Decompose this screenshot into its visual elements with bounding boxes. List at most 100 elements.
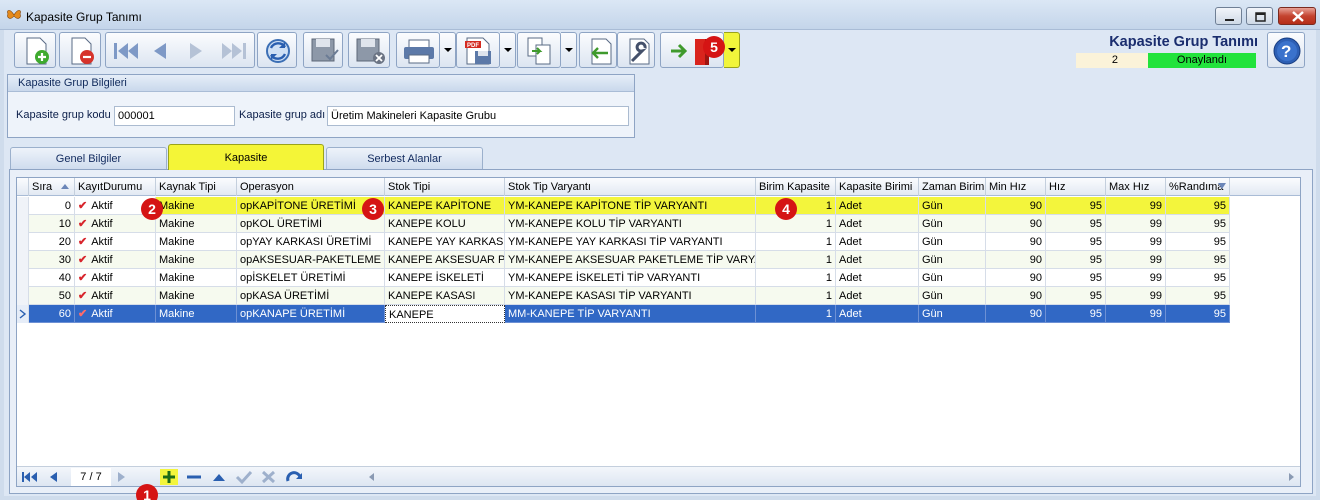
cell-hiz[interactable]: 95 — [1046, 251, 1106, 269]
table-row[interactable]: 0 ✔ Aktif Makine opKAPİTONE ÜRETİMİ KANEPE KA… — [17, 197, 1300, 215]
import-button[interactable] — [579, 32, 617, 68]
cell-min-hiz[interactable]: 90 — [986, 197, 1046, 215]
group-name-field[interactable]: Üretim Makineleri Kapasite Grubu — [327, 106, 629, 126]
cell-max-hiz[interactable]: 99 — [1106, 197, 1166, 215]
tab-capacity[interactable]: Kapasite — [168, 144, 324, 170]
cell-birim-kapasite[interactable]: 1 — [756, 269, 836, 287]
tab-free-fields[interactable]: Serbest Alanlar — [326, 147, 483, 169]
row-indicator[interactable] — [17, 197, 29, 215]
cell-zaman-birimi[interactable]: Gün — [919, 215, 986, 233]
cell-sira[interactable]: 40 — [29, 269, 75, 287]
previous-record-icon[interactable] — [45, 469, 63, 485]
previous-record-icon[interactable] — [142, 33, 178, 69]
cell-randiman[interactable]: 95 — [1166, 269, 1230, 287]
minimize-button[interactable] — [1215, 7, 1242, 25]
cell-operasyon[interactable]: opKANAPE ÜRETİMİ — [237, 305, 385, 323]
cell-kayit-durumu[interactable]: ✔ Aktif — [75, 305, 156, 323]
cell-kayit-durumu[interactable]: ✔ Aktif — [75, 233, 156, 251]
cell-min-hiz[interactable]: 90 — [986, 233, 1046, 251]
scroll-right-icon[interactable] — [1289, 473, 1294, 481]
cell-kapasite-birimi[interactable]: Adet — [836, 269, 919, 287]
cell-hiz[interactable]: 95 — [1046, 233, 1106, 251]
last-record-icon[interactable] — [214, 33, 254, 69]
delete-row-icon[interactable] — [185, 469, 203, 485]
table-row[interactable]: 60 ✔ Aktif Makine opKANAPE ÜRETİMİ KANEPE MM-K… — [17, 305, 1300, 323]
export-pdf-button[interactable]: PDF — [456, 32, 500, 68]
cell-birim-kapasite[interactable]: 1 — [756, 215, 836, 233]
table-row[interactable]: 30 ✔ Aktif Makine opAKSESUAR-PAKETLEME KANEPE… — [17, 251, 1300, 269]
cell-sira[interactable]: 0 — [29, 197, 75, 215]
cell-stok-tipi[interactable]: KANEPE KOLU — [385, 215, 505, 233]
cell-zaman-birimi[interactable]: Gün — [919, 287, 986, 305]
cell-zaman-birimi[interactable]: Gün — [919, 251, 986, 269]
cell-birim-kapasite[interactable]: 1 — [756, 305, 836, 323]
cell-birim-kapasite[interactable]: 1 — [756, 287, 836, 305]
table-row[interactable]: 10 ✔ Aktif Makine opKOL ÜRETİMİ KANEPE KOLU YM… — [17, 215, 1300, 233]
cell-kayit-durumu[interactable]: ✔ Aktif — [75, 215, 156, 233]
cell-stok-tip-varyanti[interactable]: YM-KANEPE KOLU TİP VARYANTI — [505, 215, 756, 233]
cell-kaynak-tipi[interactable]: Makine — [156, 269, 237, 287]
cell-randiman[interactable]: 95 — [1166, 287, 1230, 305]
delete-record-button[interactable] — [59, 32, 101, 68]
row-indicator[interactable] — [17, 251, 29, 269]
pdf-dropdown[interactable] — [500, 32, 516, 68]
cell-kayit-durumu[interactable]: ✔ Aktif — [75, 287, 156, 305]
cell-hiz[interactable]: 95 — [1046, 269, 1106, 287]
cancel-icon[interactable] — [260, 469, 278, 485]
help-button[interactable]: ? — [1267, 32, 1305, 68]
new-record-button[interactable] — [14, 32, 56, 68]
cell-min-hiz[interactable]: 90 — [986, 269, 1046, 287]
cell-randiman[interactable]: 95 — [1166, 305, 1230, 323]
cell-kaynak-tipi[interactable]: Makine — [156, 305, 237, 323]
copy-button[interactable] — [517, 32, 561, 68]
cell-max-hiz[interactable]: 99 — [1106, 269, 1166, 287]
cell-kapasite-birimi[interactable]: Adet — [836, 287, 919, 305]
cell-max-hiz[interactable]: 99 — [1106, 287, 1166, 305]
add-row-icon[interactable] — [160, 469, 178, 485]
cell-randiman[interactable]: 95 — [1166, 251, 1230, 269]
col-header-hiz[interactable]: Hız — [1046, 178, 1106, 196]
cell-max-hiz[interactable]: 99 — [1106, 233, 1166, 251]
cancel-save-button[interactable] — [348, 32, 390, 68]
cell-min-hiz[interactable]: 90 — [986, 251, 1046, 269]
copy-dropdown[interactable] — [561, 32, 577, 68]
cell-kayit-durumu[interactable]: ✔ Aktif — [75, 251, 156, 269]
cell-stok-tip-varyanti[interactable]: YM-KANEPE YAY KARKASI TİP VARYANTI — [505, 233, 756, 251]
cell-stok-tip-varyanti[interactable]: YM-KANEPE AKSESUAR PAKETLEME TİP VARYANT… — [505, 251, 756, 269]
print-dropdown[interactable] — [440, 32, 456, 68]
row-indicator[interactable] — [17, 305, 29, 323]
cell-min-hiz[interactable]: 90 — [986, 305, 1046, 323]
cell-sira[interactable]: 10 — [29, 215, 75, 233]
cell-stok-tipi[interactable]: KANEPE AKSESUAR PAK — [385, 251, 505, 269]
cell-operasyon[interactable]: opKOL ÜRETİMİ — [237, 215, 385, 233]
col-header-stok-tipi[interactable]: Stok Tipi — [385, 178, 505, 196]
cell-stok-tipi[interactable]: KANEPE — [385, 305, 505, 323]
exit-dropdown[interactable] — [724, 32, 740, 68]
cell-kaynak-tipi[interactable]: Makine — [156, 233, 237, 251]
cell-max-hiz[interactable]: 99 — [1106, 251, 1166, 269]
cell-sira[interactable]: 30 — [29, 251, 75, 269]
cell-hiz[interactable]: 95 — [1046, 197, 1106, 215]
cell-operasyon[interactable]: opYAY KARKASI ÜRETİMİ — [237, 233, 385, 251]
cell-stok-tipi[interactable]: KANEPE KASASI — [385, 287, 505, 305]
cell-randiman[interactable]: 95 — [1166, 215, 1230, 233]
row-indicator[interactable] — [17, 269, 29, 287]
cell-sira[interactable]: 50 — [29, 287, 75, 305]
cell-kaynak-tipi[interactable]: Makine — [156, 251, 237, 269]
col-header-randiman[interactable]: %Randıma — [1166, 178, 1230, 196]
cell-kaynak-tipi[interactable]: Makine — [156, 287, 237, 305]
next-record-icon[interactable] — [113, 469, 131, 485]
table-row[interactable]: 50 ✔ Aktif Makine opKASA ÜRETİMİ KANEPE KASAS… — [17, 287, 1300, 305]
col-header-min-hiz[interactable]: Min Hız — [986, 178, 1046, 196]
cell-max-hiz[interactable]: 99 — [1106, 305, 1166, 323]
horizontal-scrollbar[interactable] — [369, 471, 1294, 483]
cell-max-hiz[interactable]: 99 — [1106, 215, 1166, 233]
cell-stok-tip-varyanti[interactable]: MM-KANEPE TİP VARYANTI — [505, 305, 756, 323]
col-header-sira[interactable]: Sıra — [29, 178, 75, 196]
cell-hiz[interactable]: 95 — [1046, 215, 1106, 233]
cell-kapasite-birimi[interactable]: Adet — [836, 215, 919, 233]
next-record-icon[interactable] — [178, 33, 214, 69]
first-record-icon[interactable] — [106, 33, 142, 69]
cell-randiman[interactable]: 95 — [1166, 197, 1230, 215]
save-button[interactable] — [303, 32, 343, 68]
